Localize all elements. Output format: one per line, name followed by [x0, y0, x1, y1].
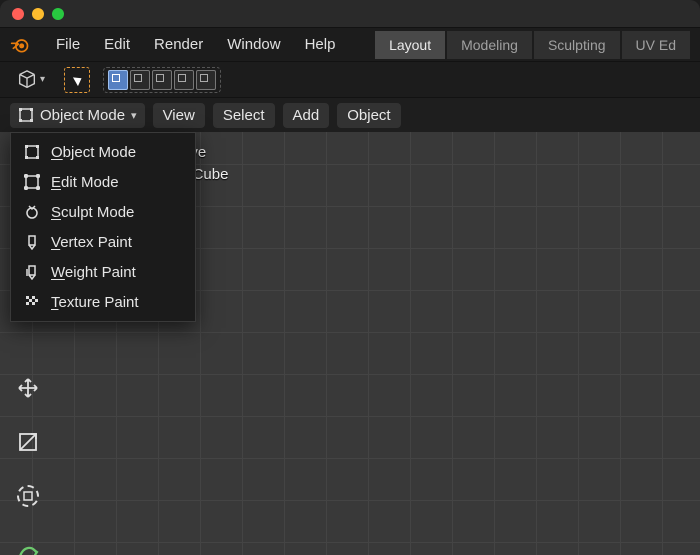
sculpt-mode-icon — [23, 203, 41, 221]
vertex-paint-icon — [23, 233, 41, 251]
menu-help[interactable]: Help — [293, 32, 348, 57]
editor-type-selector[interactable]: ▾ — [10, 66, 51, 94]
mode-option-edit[interactable]: Edit Mode — [11, 167, 195, 197]
tab-uv-editing[interactable]: UV Ed — [622, 31, 690, 59]
3d-viewport[interactable]: User Perspective (1) Collection | Cube O… — [0, 132, 700, 555]
move-icon — [16, 376, 40, 400]
selection-mode-2[interactable] — [130, 70, 150, 90]
cursor-tool-button[interactable] — [61, 66, 93, 94]
mode-option-vertex-paint[interactable]: Vertex Paint — [11, 227, 195, 257]
scale-icon — [16, 430, 40, 454]
tab-modeling[interactable]: Modeling — [447, 31, 532, 59]
object-mode-icon — [18, 107, 34, 123]
header-object-button[interactable]: Object — [337, 103, 400, 128]
selection-mode-4[interactable] — [174, 70, 194, 90]
main-menubar: File Edit Render Window Help Layout Mode… — [0, 28, 700, 62]
menu-edit[interactable]: Edit — [92, 32, 142, 57]
selection-mode-3[interactable] — [152, 70, 172, 90]
mode-option-texture-paint[interactable]: Texture Paint — [11, 287, 195, 317]
tool-transform[interactable] — [8, 476, 48, 516]
selection-mode-group — [103, 67, 221, 93]
minimize-window-icon[interactable] — [32, 8, 44, 20]
interaction-mode-menu: Object Mode Edit Mode Sculpt Mode Vertex… — [10, 132, 196, 322]
chevron-down-icon: ▾ — [131, 109, 137, 122]
weight-paint-icon — [23, 263, 41, 281]
interaction-mode-label: Object Mode — [40, 107, 125, 124]
tab-sculpting[interactable]: Sculpting — [534, 31, 620, 59]
mode-option-object[interactable]: Object Mode — [11, 137, 195, 167]
transform-icon — [17, 485, 39, 507]
selection-mode-1[interactable] — [108, 70, 128, 90]
blender-logo-icon — [10, 35, 30, 55]
chevron-down-icon: ▾ — [40, 74, 45, 85]
texture-paint-icon — [23, 293, 41, 311]
tool-annotate[interactable] — [8, 530, 48, 555]
viewport-header: Object Mode ▾ View Select Add Object — [0, 98, 700, 132]
menu-file[interactable]: File — [44, 32, 92, 57]
annotate-icon — [16, 538, 40, 555]
window-titlebar — [0, 0, 700, 28]
global-toolbar: ▾ — [0, 62, 700, 98]
selection-mode-5[interactable] — [196, 70, 216, 90]
mode-option-weight-paint[interactable]: Weight Paint — [11, 257, 195, 287]
edit-mode-icon — [23, 173, 41, 191]
close-window-icon[interactable] — [12, 8, 24, 20]
header-select-button[interactable]: Select — [213, 103, 275, 128]
editor-type-icon — [16, 69, 38, 91]
header-view-button[interactable]: View — [153, 103, 205, 128]
object-mode-icon — [23, 143, 41, 161]
workspace-tabs: Layout Modeling Sculpting UV Ed — [375, 31, 690, 59]
tool-scale[interactable] — [8, 422, 48, 462]
menu-render[interactable]: Render — [142, 32, 215, 57]
cursor-tool-icon — [64, 67, 90, 93]
maximize-window-icon[interactable] — [52, 8, 64, 20]
tab-layout[interactable]: Layout — [375, 31, 445, 59]
interaction-mode-dropdown[interactable]: Object Mode ▾ — [10, 103, 145, 128]
header-add-button[interactable]: Add — [283, 103, 330, 128]
menu-window[interactable]: Window — [215, 32, 292, 57]
mode-option-sculpt[interactable]: Sculpt Mode — [11, 197, 195, 227]
tool-move[interactable] — [8, 368, 48, 408]
